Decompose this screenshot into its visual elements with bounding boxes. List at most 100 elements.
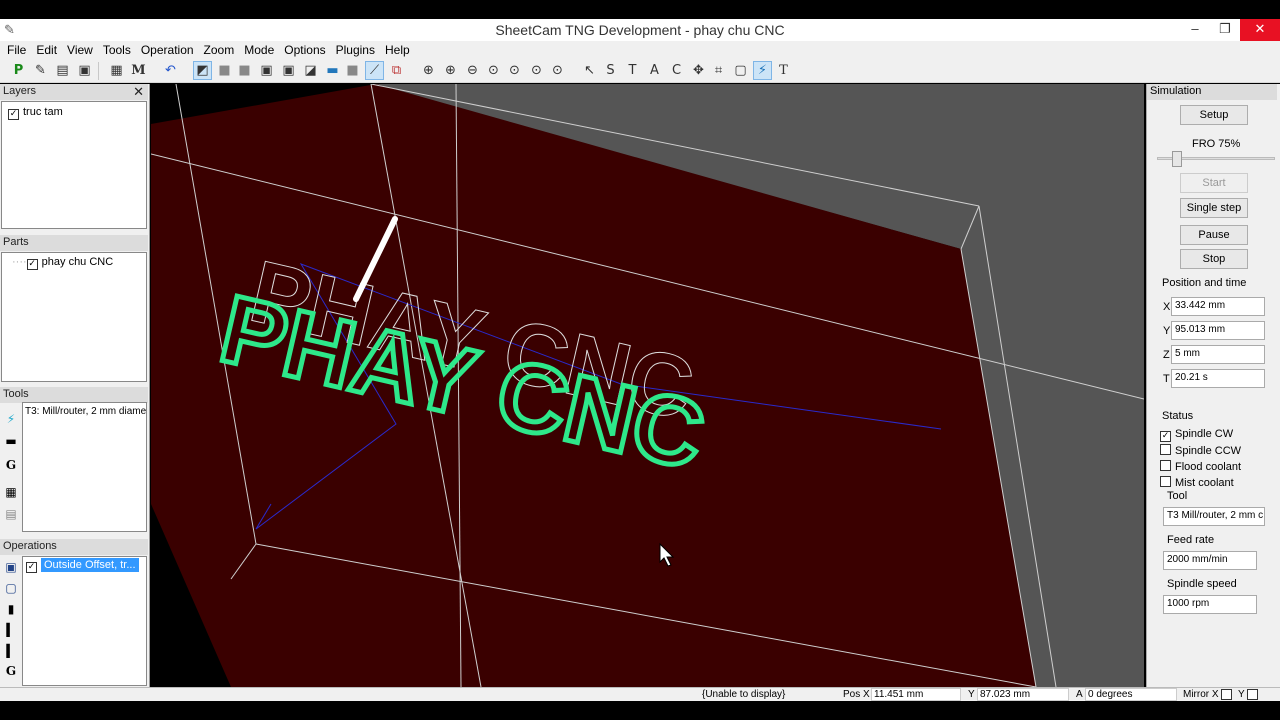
gcode-op-icon[interactable]: G: [4, 664, 18, 678]
viewport-3d[interactable]: PHAY CNC PHAY CNC: [151, 84, 1144, 687]
menu-operation[interactable]: Operation: [136, 41, 199, 59]
restore-button[interactable]: ❐: [1210, 19, 1240, 41]
undo-icon[interactable]: ↶: [161, 61, 180, 80]
pocket-op-icon[interactable]: ▢: [4, 581, 18, 595]
layers-header: Layers ✕: [0, 84, 148, 100]
menu-file[interactable]: File: [2, 41, 31, 59]
path-icon[interactable]: ⚡: [753, 61, 772, 80]
text-tool-icon[interactable]: T: [774, 61, 793, 80]
operation-checkbox[interactable]: ✓: [26, 562, 37, 573]
stop-button[interactable]: Stop: [1180, 249, 1248, 269]
zoom-tool-icon[interactable]: ⊙: [548, 61, 567, 80]
menu-mode[interactable]: Mode: [239, 41, 279, 59]
mist-row[interactable]: Mist coolant: [1160, 476, 1234, 489]
layers-view-icon[interactable]: ⧉: [387, 61, 406, 80]
spindle-cw-row[interactable]: ✓ Spindle CW: [1160, 428, 1233, 442]
select-start-icon[interactable]: S: [601, 61, 620, 80]
layer-item[interactable]: ✓ truc tam: [8, 106, 63, 120]
gcode-tool-icon[interactable]: G: [4, 458, 18, 472]
flood-row[interactable]: Flood coolant: [1160, 460, 1241, 473]
spindle-cw-checkbox[interactable]: ✓: [1160, 431, 1171, 442]
spindle-ccw-checkbox[interactable]: [1160, 444, 1171, 455]
solid-view-icon[interactable]: ▬: [323, 61, 342, 80]
layer-label: truc tam: [23, 106, 63, 118]
part-item[interactable]: ···· ✓ phay chu CNC: [12, 256, 113, 270]
pos-x-field: 11.451 mm: [871, 688, 961, 701]
shade-icon[interactable]: ◪: [301, 61, 320, 80]
calculator-icon[interactable]: ▦: [107, 61, 126, 80]
printer-icon[interactable]: ▣: [75, 61, 94, 80]
x-field[interactable]: 33.442 mm: [1171, 297, 1265, 316]
gray-square-icon[interactable]: ■: [215, 61, 234, 80]
single-step-button[interactable]: Single step: [1180, 198, 1248, 218]
crop-icon[interactable]: ⌗: [709, 61, 728, 80]
frame-icon[interactable]: ▣: [257, 61, 276, 80]
tool-field[interactable]: T3 Mill/router, 2 mm c: [1163, 507, 1265, 526]
close-button[interactable]: ✕: [1240, 19, 1280, 41]
menu-options[interactable]: Options: [279, 41, 330, 59]
menu-tools[interactable]: Tools: [98, 41, 136, 59]
mirror-y-checkbox[interactable]: [1247, 689, 1258, 700]
tools-sidebar: ⚡ ▬ G ▦ ▤: [1, 404, 21, 532]
zoom-table-icon[interactable]: ⊙: [527, 61, 546, 80]
start-button[interactable]: Start: [1180, 173, 1248, 193]
menu-plugins[interactable]: Plugins: [331, 41, 380, 59]
frame-2-icon[interactable]: ▣: [279, 61, 298, 80]
tool-view-icon[interactable]: ⟋: [365, 61, 384, 80]
mirror-x-checkbox[interactable]: [1221, 689, 1232, 700]
drill-tool-icon[interactable]: ▬: [4, 434, 18, 448]
view-mode-icon[interactable]: ◩: [193, 61, 212, 80]
select-circle-icon[interactable]: C: [667, 61, 686, 80]
profile-op-icon[interactable]: ▣: [4, 560, 18, 574]
tools-list: T3: Mill/router, 2 mm diame: [22, 402, 147, 532]
fro-slider-thumb[interactable]: [1172, 151, 1182, 167]
setup-button[interactable]: Setup: [1180, 105, 1248, 125]
zoom-window-icon[interactable]: ⊙: [484, 61, 503, 80]
menu-zoom[interactable]: Zoom: [199, 41, 240, 59]
engrave-op-icon[interactable]: ▍: [4, 623, 18, 637]
title-bar: ✎ SheetCam TNG Development - phay chu CN…: [0, 19, 1280, 41]
zoom-part-icon[interactable]: ⊙: [505, 61, 524, 80]
edit-post-icon[interactable]: ✎: [31, 61, 50, 80]
menu-edit[interactable]: Edit: [31, 41, 62, 59]
z-field[interactable]: 5 mm: [1171, 345, 1265, 364]
operation-item[interactable]: ✓ Outside Offset, tr...: [26, 558, 139, 573]
zoom-all-icon[interactable]: ⊕: [419, 61, 438, 80]
select-icon[interactable]: ↖: [580, 61, 599, 80]
menu-view[interactable]: View: [62, 41, 98, 59]
gray-square-3-icon[interactable]: ■: [343, 61, 362, 80]
mill-tool-icon[interactable]: ⚡: [4, 412, 18, 426]
y-field[interactable]: 95.013 mm: [1171, 321, 1265, 340]
table-icon[interactable]: ▦: [4, 485, 18, 499]
list-icon[interactable]: ▤: [4, 507, 18, 521]
machine-icon[interactable]: M: [129, 61, 148, 80]
part-checkbox[interactable]: ✓: [26, 259, 38, 270]
mist-checkbox[interactable]: [1160, 476, 1171, 487]
select-text-icon[interactable]: T: [623, 61, 642, 80]
select-area-icon[interactable]: A: [645, 61, 664, 80]
speed-field[interactable]: 1000 rpm: [1163, 595, 1257, 614]
operations-list: ✓ Outside Offset, tr...: [22, 556, 147, 686]
thread-op-icon[interactable]: ▍: [4, 644, 18, 658]
toolbar: P ✎ ▤ ▣ ▦ M ↶ ◩ ■ ■ ▣ ▣ ◪ ▬ ■ ⟋ ⧉ ⊕ ⊕ ⊖ …: [0, 59, 1280, 83]
spindle-ccw-row[interactable]: Spindle CCW: [1160, 444, 1241, 457]
menu-help[interactable]: Help: [380, 41, 415, 59]
left-pane: Layers ✕ ✓ truc tam Parts ···· ✓ phay chu C…: [0, 84, 150, 687]
post-process-icon[interactable]: P: [9, 61, 28, 80]
box-select-icon[interactable]: ▢: [731, 61, 750, 80]
move-icon[interactable]: ✥: [689, 61, 708, 80]
layer-checkbox[interactable]: ✓: [8, 109, 19, 120]
pause-button[interactable]: Pause: [1180, 225, 1248, 245]
t-field[interactable]: 20.21 s: [1171, 369, 1265, 388]
zoom-in-icon[interactable]: ⊕: [441, 61, 460, 80]
tool-item[interactable]: T3: Mill/router, 2 mm diame: [25, 406, 146, 417]
flood-checkbox[interactable]: [1160, 460, 1171, 471]
drill-op-icon[interactable]: ▮: [4, 602, 18, 616]
print-icon[interactable]: ▤: [53, 61, 72, 80]
feed-field[interactable]: 2000 mm/min: [1163, 551, 1257, 570]
gray-square-2-icon[interactable]: ■: [235, 61, 254, 80]
close-icon[interactable]: ✕: [133, 84, 144, 100]
minimize-button[interactable]: –: [1180, 19, 1210, 41]
zoom-out-icon[interactable]: ⊖: [463, 61, 482, 80]
viewport-canvas[interactable]: PHAY CNC PHAY CNC: [151, 84, 1144, 687]
